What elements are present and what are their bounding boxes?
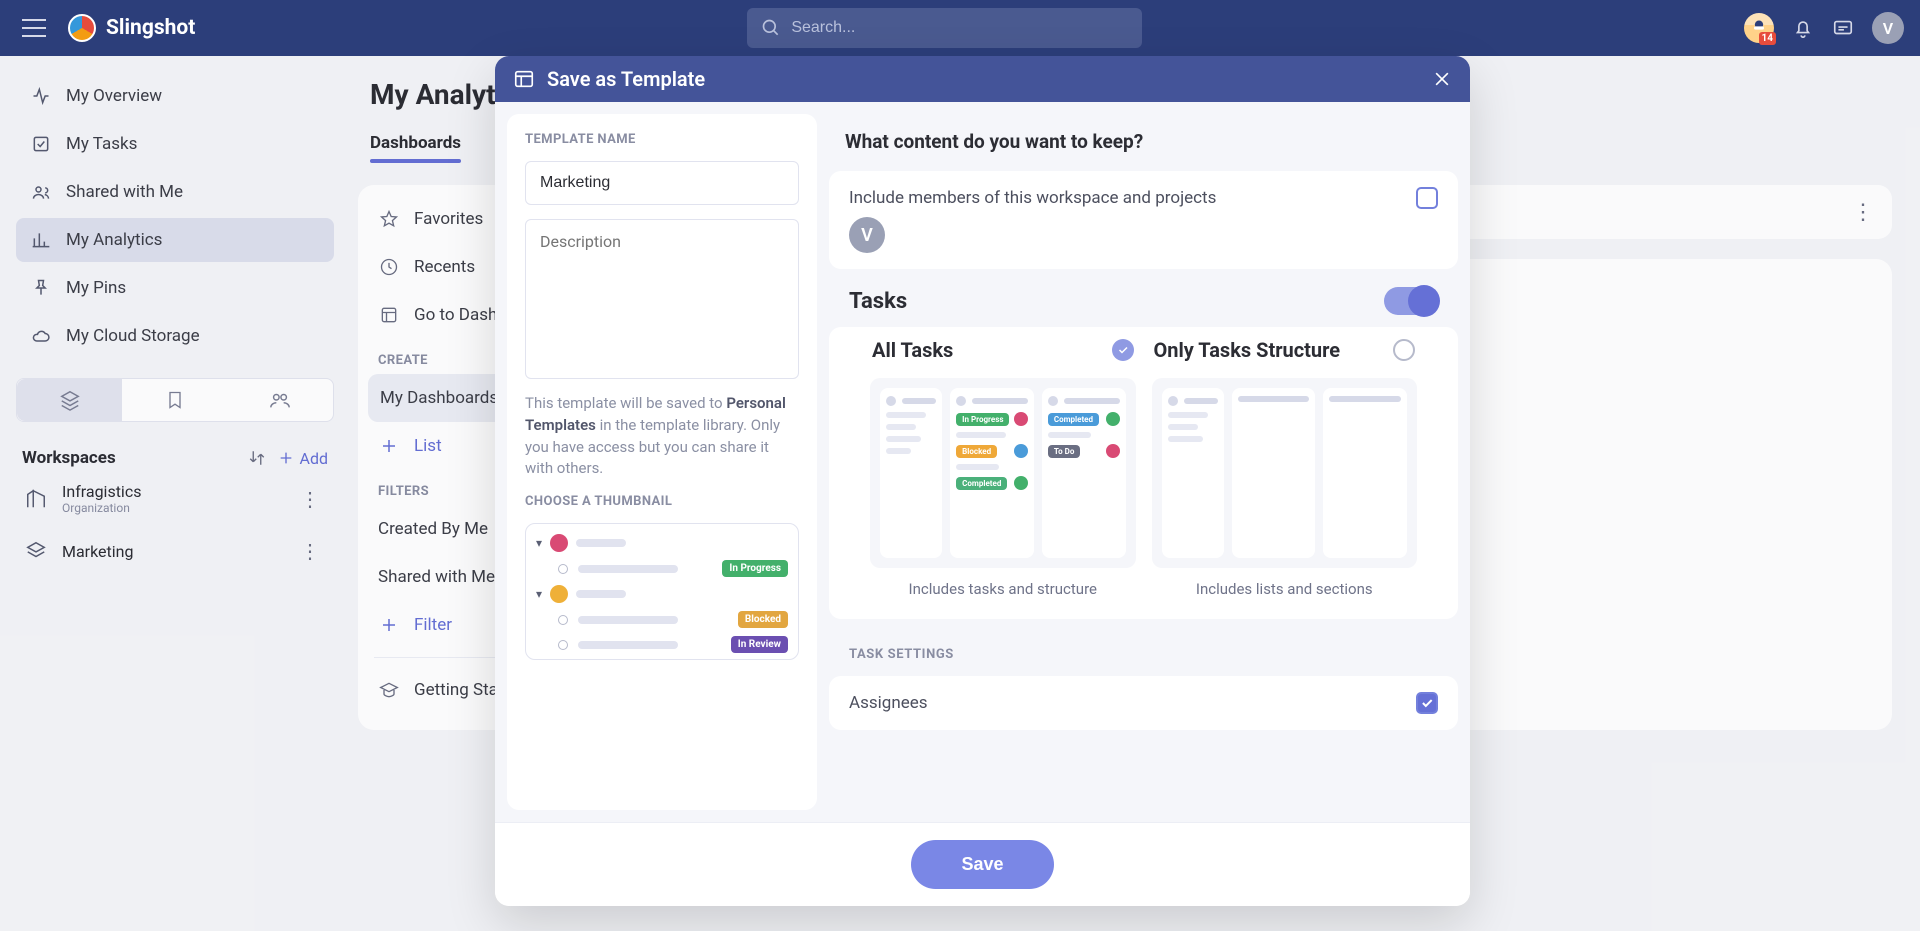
close-icon[interactable] bbox=[1432, 69, 1452, 89]
chevron-down-icon: ▾ bbox=[536, 587, 542, 601]
template-icon bbox=[513, 68, 535, 90]
include-members-checkbox[interactable] bbox=[1416, 187, 1438, 209]
search-box[interactable] bbox=[747, 8, 1142, 48]
avatar-dot-icon bbox=[550, 534, 568, 552]
modal-title: Save as Template bbox=[547, 67, 705, 91]
chat-icon[interactable] bbox=[1832, 17, 1854, 39]
template-name-label: TEMPLATE NAME bbox=[525, 132, 799, 147]
assignees-label: Assignees bbox=[849, 693, 928, 713]
assignees-checkbox[interactable] bbox=[1416, 692, 1438, 714]
template-name-input[interactable] bbox=[525, 161, 799, 205]
slingshot-logo-icon bbox=[68, 14, 96, 42]
include-members-label: Include members of this workspace and pr… bbox=[849, 188, 1216, 208]
thumbnail-option[interactable]: ▾ In Progress ▾ Blocked bbox=[525, 523, 799, 660]
brand[interactable]: Slingshot bbox=[68, 14, 195, 42]
notification-badge: 14 bbox=[1759, 32, 1776, 45]
search-icon bbox=[761, 18, 781, 38]
search-input[interactable] bbox=[791, 19, 1128, 37]
chevron-down-icon: ▾ bbox=[536, 536, 542, 550]
member-avatar: V bbox=[849, 217, 885, 253]
assignees-setting: Assignees bbox=[829, 676, 1458, 730]
save-template-modal: Save as Template TEMPLATE NAME This temp… bbox=[495, 56, 1470, 906]
task-settings-label: TASK SETTINGS bbox=[829, 629, 1458, 666]
hamburger-icon[interactable] bbox=[16, 12, 52, 44]
avatar-dot-icon bbox=[550, 585, 568, 603]
help-text: This template will be saved to Personal … bbox=[525, 393, 799, 480]
radio-selected-icon[interactable] bbox=[1112, 339, 1134, 361]
bell-icon[interactable] bbox=[1792, 17, 1814, 39]
thumbnail-label: CHOOSE A THUMBNAIL bbox=[525, 494, 799, 509]
template-desc-input[interactable] bbox=[525, 219, 799, 379]
tasks-toggle[interactable] bbox=[1384, 287, 1438, 315]
brand-text: Slingshot bbox=[106, 16, 195, 40]
profile-avatar[interactable]: 14 bbox=[1744, 13, 1774, 43]
tag-inprogress: In Progress bbox=[722, 560, 788, 577]
all-tasks-preview: In Progress Blocked Completed Completed bbox=[870, 378, 1136, 568]
tasks-title: Tasks bbox=[849, 289, 907, 314]
structure-preview bbox=[1152, 378, 1418, 568]
tag-inreview: In Review bbox=[731, 636, 788, 653]
tag-blocked: Blocked bbox=[738, 611, 788, 628]
radio-unselected-icon[interactable] bbox=[1393, 339, 1415, 361]
content-question: What content do you want to keep? bbox=[829, 114, 1458, 161]
user-avatar[interactable]: V bbox=[1872, 12, 1904, 44]
include-members-card: Include members of this workspace and pr… bbox=[829, 171, 1458, 269]
option-structure-only[interactable]: Only Tasks Structure bbox=[1151, 333, 1419, 599]
option-all-tasks[interactable]: All Tasks bbox=[869, 333, 1137, 599]
save-button[interactable]: Save bbox=[911, 840, 1053, 889]
